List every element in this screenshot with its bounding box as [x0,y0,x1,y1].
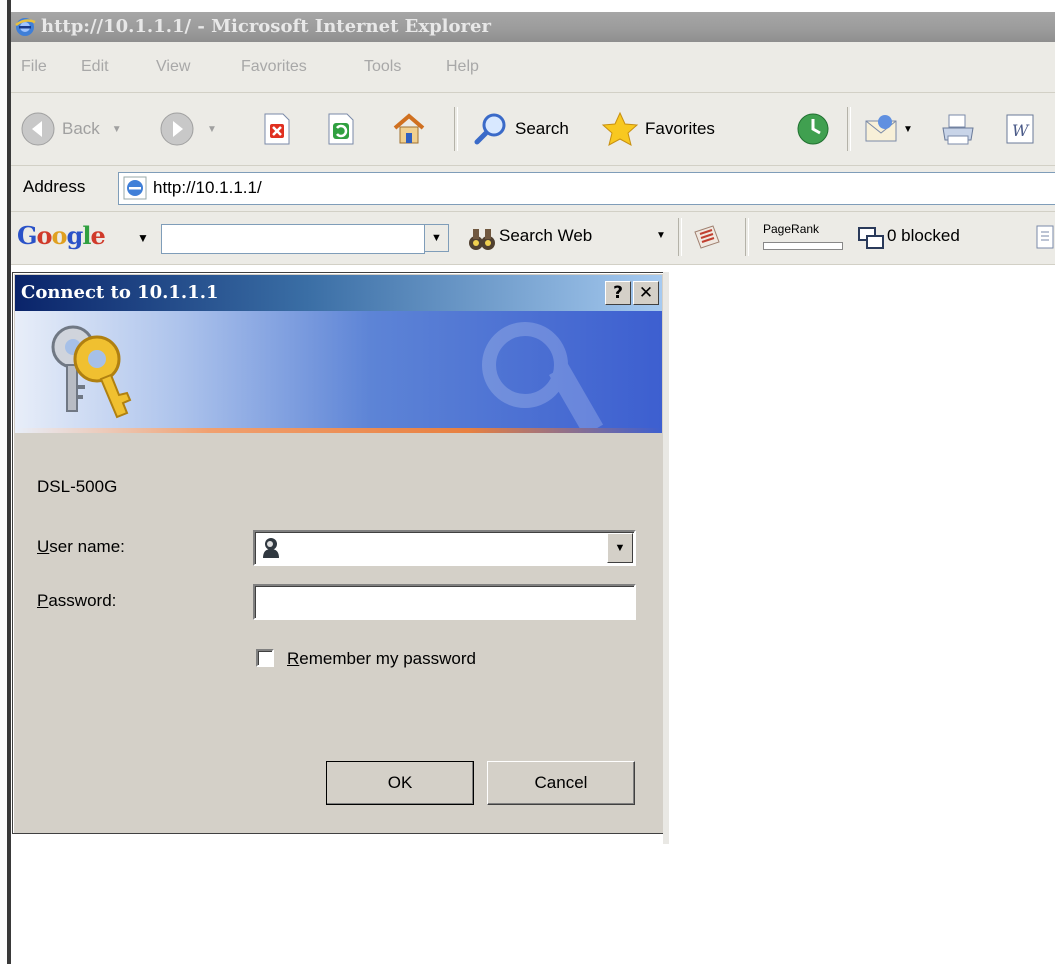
news-icon[interactable] [691,222,723,252]
dialog-banner [15,311,662,433]
password-field[interactable] [253,584,636,620]
google-logo[interactable]: Google [17,221,106,250]
search-web-dropdown-icon[interactable]: ▼ [656,230,666,241]
menu-view[interactable]: View [156,42,190,92]
address-label: Address [23,177,86,196]
dialog-shadow-edge [663,272,669,844]
remember-password-checkbox[interactable] [256,649,274,667]
pagerank-bar [763,242,843,250]
forward-button[interactable]: ▼ [159,109,217,149]
mail-button[interactable]: ▼ [863,109,913,149]
password-label: Password: [37,591,117,610]
menu-tools[interactable]: Tools [364,42,401,92]
history-button[interactable] [795,109,831,149]
internet-explorer-icon [15,18,36,36]
remember-password-label[interactable]: Remember my password [287,649,476,669]
google-search-history-dropdown[interactable]: ▼ [424,224,449,252]
options-icon[interactable] [1033,224,1055,252]
search-label: Search [515,119,569,138]
window-titlebar[interactable]: http://10.1.1.1/ - Microsoft Internet Ex… [11,12,1055,42]
refresh-button[interactable] [325,109,357,149]
mail-dropdown-icon[interactable]: ▼ [903,124,913,135]
stop-button[interactable] [261,109,293,149]
login-dialog: Connect to 10.1.1.1 ? ✕ DSL-500G User na… [12,272,665,834]
back-button[interactable]: Back ▼ [20,109,122,149]
favorites-label: Favorites [645,119,715,138]
address-bar: Address http://10.1.1.1/ [11,166,1055,212]
popup-blocker-icon [858,227,884,249]
window-title: http://10.1.1.1/ - Microsoft Internet Ex… [41,16,491,37]
keys-watermark-icon [482,322,604,433]
toolbar-separator [454,107,458,151]
server-realm-label: DSL-500G [37,477,118,496]
keys-icon [51,325,132,419]
username-label: User name: [37,537,125,556]
back-dropdown-icon[interactable]: ▼ [112,124,122,135]
google-toolbar: Google ▼ ▼ Search Web ▼ PageRank 0 block… [11,212,1055,265]
menu-help[interactable]: Help [446,42,479,92]
cancel-button[interactable]: Cancel [487,761,635,805]
home-button[interactable] [391,109,427,149]
back-label: Back [62,119,100,138]
menu-edit[interactable]: Edit [81,42,109,92]
dialog-titlebar[interactable]: Connect to 10.1.1.1 ? ✕ [15,275,662,311]
favorites-button[interactable]: Favorites [601,109,715,149]
binoculars-icon [469,229,495,250]
menu-file[interactable]: File [21,42,47,92]
word-document-icon: W [1006,114,1034,144]
mail-envelope-icon [865,115,897,142]
menu-bar: File Edit View Favorites Tools Help [11,42,1055,93]
blocked-count-label: 0 blocked [887,226,960,245]
svg-text:W: W [1012,121,1030,140]
help-button[interactable]: ? [605,281,631,305]
search-web-label: Search Web [499,226,593,245]
search-magnifier-icon [474,113,506,145]
username-dropdown-icon[interactable]: ▼ [607,533,633,563]
address-field[interactable]: http://10.1.1.1/ [118,172,1055,205]
toolbar-separator [678,218,682,256]
standard-toolbar: Back ▼ ▼ Search Favorites ▼ W [11,93,1055,166]
address-url: http://10.1.1.1/ [153,178,262,197]
refresh-icon [328,113,354,145]
pagerank-label: PageRank [763,222,820,236]
google-menu-dropdown-icon[interactable]: ▼ [137,231,149,245]
dialog-title: Connect to 10.1.1.1 [21,282,219,303]
google-search-input[interactable] [161,224,425,254]
forward-dropdown-icon[interactable]: ▼ [207,124,217,135]
edit-word-button[interactable]: W [1003,109,1037,149]
browser-window: http://10.1.1.1/ - Microsoft Internet Ex… [0,0,1055,964]
forward-arrow-icon [160,112,194,146]
close-button[interactable]: ✕ [633,281,659,305]
toolbar-separator [745,218,749,256]
ok-button[interactable]: OK [326,761,474,805]
printer-icon [942,114,974,145]
page-ie-icon [123,176,147,200]
banner-stripe [15,428,662,433]
print-button[interactable] [939,109,977,149]
history-icon [797,113,829,145]
favorites-star-icon [601,111,639,146]
pagerank-indicator[interactable]: PageRank [763,220,847,254]
user-icon [263,538,279,558]
username-combobox[interactable]: ▼ [253,530,636,566]
stop-icon [264,113,290,145]
back-arrow-icon [21,112,55,146]
search-button[interactable]: Search [473,109,569,149]
menu-favorites[interactable]: Favorites [241,42,307,92]
home-icon [393,113,425,144]
toolbar-separator [847,107,851,151]
